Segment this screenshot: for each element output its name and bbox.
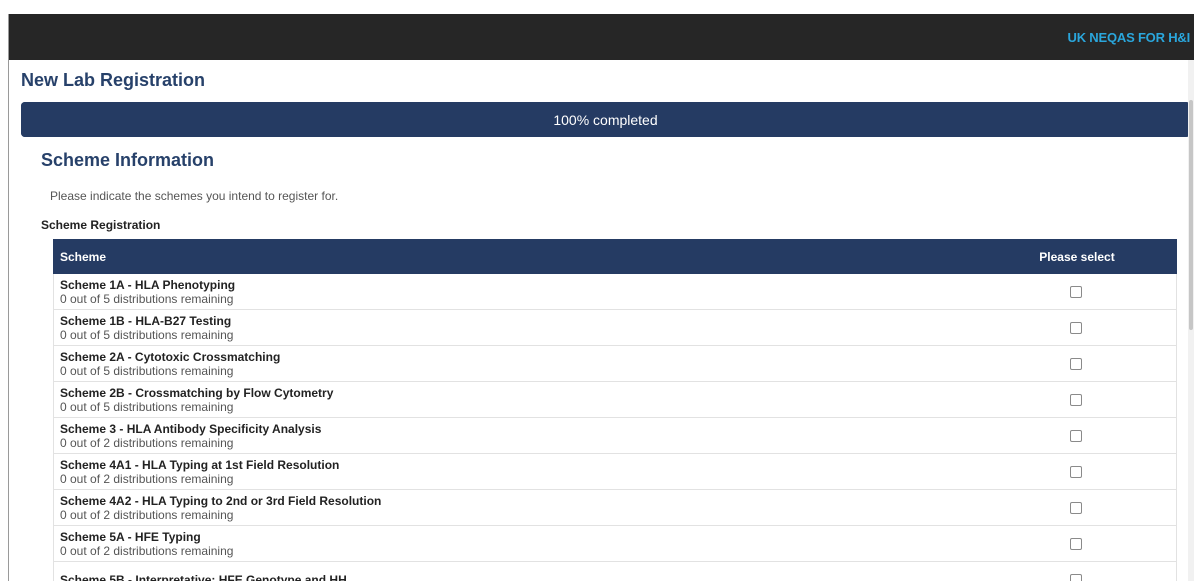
table-row: Scheme 4A2 - HLA Typing to 2nd or 3rd Fi… — [53, 490, 1177, 526]
distributions-remaining: 0 out of 5 distributions remaining — [60, 327, 234, 342]
column-header-please-select: Please select — [1039, 249, 1115, 264]
distributions-remaining: 0 out of 2 distributions remaining — [60, 435, 234, 450]
distributions-remaining: 0 out of 5 distributions remaining — [60, 399, 234, 414]
scheme-name: Scheme 4A1 - HLA Typing at 1st Field Res… — [60, 457, 340, 472]
column-header-scheme: Scheme — [60, 249, 107, 264]
table-row: Scheme 1B - HLA-B27 Testing 0 out of 5 di… — [53, 310, 1177, 346]
scheme-name: Scheme 2B - Crossmatching by Flow Cytome… — [60, 385, 334, 400]
scheme-name: Scheme 2A - Cytotoxic Crossmatching — [60, 349, 281, 364]
scheme-checkbox[interactable] — [1070, 357, 1082, 370]
table-row: Scheme 4A1 - HLA Typing at 1st Field Res… — [53, 454, 1177, 490]
scheme-checkbox[interactable] — [1070, 321, 1082, 334]
distributions-remaining: 0 out of 2 distributions remaining — [60, 507, 234, 522]
progress-label: 100% completed — [553, 111, 658, 128]
scheme-checkbox[interactable] — [1070, 501, 1082, 514]
instructions-text: Please indicate the schemes you intend t… — [50, 189, 339, 203]
table-row: Scheme 2A - Cytotoxic Crossmatching 0 out… — [53, 346, 1177, 382]
scheme-checkbox[interactable] — [1070, 465, 1082, 478]
scheme-checkbox[interactable] — [1070, 393, 1082, 406]
table-header: Scheme Please select — [53, 239, 1177, 274]
app-window: UK NEQAS FOR H&I New Lab Registration 10… — [8, 14, 1194, 581]
distributions-remaining: 0 out of 2 distributions remaining — [60, 543, 234, 558]
brand-link[interactable]: UK NEQAS FOR H&I — [1068, 30, 1191, 45]
table-row: Scheme 1A - HLA Phenotyping 0 out of 5 di… — [53, 274, 1177, 310]
scheme-checkbox[interactable] — [1070, 573, 1082, 581]
distributions-remaining: 0 out of 5 distributions remaining — [60, 363, 234, 378]
section-title: Scheme Information — [41, 150, 215, 170]
scheme-name: Scheme 4A2 - HLA Typing to 2nd or 3rd Fi… — [60, 493, 382, 508]
table-row: Scheme 2B - Crossmatching by Flow Cytome… — [53, 382, 1177, 418]
distributions-remaining: 0 out of 2 distributions remaining — [60, 471, 234, 486]
scheme-registration-heading: Scheme Registration — [41, 218, 161, 232]
scheme-checkbox[interactable] — [1070, 537, 1082, 550]
progress-bar: 100% completed — [21, 102, 1190, 137]
table-row: Scheme 5A - HFE Typing 0 out of 2 distrib… — [53, 526, 1177, 562]
scheme-name: Scheme 1A - HLA Phenotyping — [60, 277, 236, 292]
distributions-remaining: 0 out of 5 distributions remaining — [60, 291, 234, 306]
page-title: New Lab Registration — [21, 70, 206, 90]
scheme-name: Scheme 5B - Interpretative: HFE Genotype… — [60, 572, 347, 581]
scheme-name: Scheme 1B - HLA-B27 Testing — [60, 313, 232, 328]
scheme-table: Scheme Please select Scheme 1A - HLA Phe… — [53, 239, 1177, 581]
scheme-name: Scheme 5A - HFE Typing — [60, 529, 201, 544]
scrollbar-thumb[interactable] — [1189, 100, 1193, 330]
top-bar: UK NEQAS FOR H&I — [9, 14, 1194, 60]
scheme-name: Scheme 3 - HLA Antibody Specificity Anal… — [60, 421, 322, 436]
table-row: Scheme 5B - Interpretative: HFE Genotype… — [53, 562, 1177, 581]
vertical-scrollbar[interactable] — [1188, 60, 1194, 581]
scheme-checkbox[interactable] — [1070, 285, 1082, 298]
table-row: Scheme 3 - HLA Antibody Specificity Anal… — [53, 418, 1177, 454]
scheme-checkbox[interactable] — [1070, 429, 1082, 442]
